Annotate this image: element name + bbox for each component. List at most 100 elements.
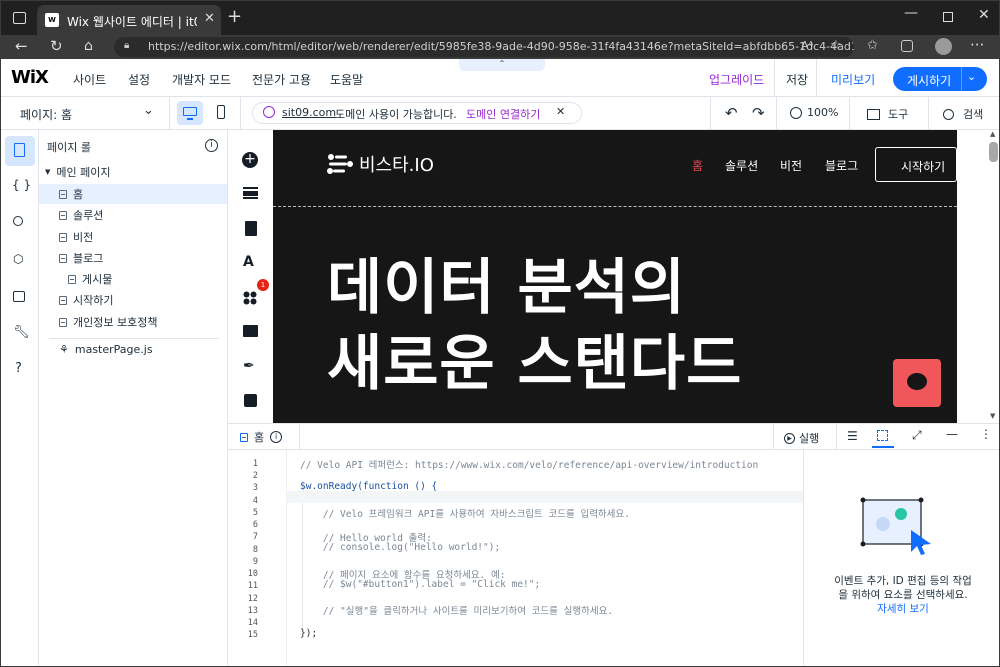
minimize-panel-icon[interactable]: — xyxy=(946,427,958,441)
scroll-down-icon[interactable]: ▼ xyxy=(990,412,995,420)
select-element-icon xyxy=(877,430,888,441)
pen-icon[interactable]: ✒︎ xyxy=(243,358,255,374)
connect-domain-link[interactable]: 도메인 연결하기 xyxy=(466,106,540,122)
tools-button[interactable]: 도구 xyxy=(867,106,908,122)
more-options-icon[interactable]: ⋮ xyxy=(980,427,992,441)
chat-button[interactable] xyxy=(893,359,941,407)
home-icon[interactable]: ⌂ xyxy=(84,38,93,54)
back-icon[interactable]: ← xyxy=(15,37,28,55)
mobile-view-icon[interactable] xyxy=(217,105,225,119)
upgrade-button[interactable]: 업그레이드 xyxy=(709,71,764,88)
page-icon xyxy=(59,317,67,327)
apps-icon[interactable] xyxy=(243,291,257,305)
info-icon[interactable]: i xyxy=(205,139,218,152)
properties-icon[interactable]: ☰ xyxy=(847,429,858,443)
chevron-down-icon[interactable]: ⌄ xyxy=(967,70,976,83)
preview-button[interactable]: 미리보기 xyxy=(831,71,875,88)
search-button[interactable]: 검색 xyxy=(943,106,983,122)
pages-rail-button[interactable] xyxy=(5,136,35,166)
tools-label: 도구 xyxy=(888,108,909,121)
page-item-label: 시작하기 xyxy=(73,294,114,307)
help-icon[interactable]: ? xyxy=(15,361,22,376)
pages-menu-icon[interactable] xyxy=(245,221,257,236)
desktop-view-button[interactable] xyxy=(177,101,203,125)
page-selector[interactable]: 페이지: 홈 ⌄ xyxy=(20,103,160,123)
page-item-vision[interactable]: 비전 xyxy=(59,227,93,247)
menu-dev-mode[interactable]: 개발자 모드 xyxy=(172,71,231,88)
line-number: 3 xyxy=(252,483,258,493)
site-logo[interactable]: 비스타.IO xyxy=(327,151,434,177)
site-nav-blog[interactable]: 블로그 xyxy=(825,157,858,174)
new-tab-icon[interactable]: + xyxy=(227,6,242,27)
page-item-solution[interactable]: 솔루션 xyxy=(59,205,103,225)
zoom-control[interactable]: 100% xyxy=(790,106,838,119)
collapse-toolbar-handle[interactable]: ⌃ xyxy=(459,59,545,71)
add-element-icon[interactable]: + xyxy=(242,152,258,168)
master-page-file[interactable]: ⚘ masterPage.js xyxy=(59,339,153,359)
page-item-home[interactable]: 홈 xyxy=(39,184,227,204)
site-cta-button[interactable]: 시작하기 xyxy=(875,147,957,182)
favorite-add-icon[interactable]: ☆ xyxy=(830,38,842,53)
scroll-thumb[interactable] xyxy=(989,142,998,162)
publish-label: 게시하기 xyxy=(907,74,952,88)
line-number: 10 xyxy=(247,569,258,579)
more-icon[interactable]: ··· xyxy=(970,36,984,54)
domain-name[interactable]: sit09.com xyxy=(282,106,336,119)
close-window-icon[interactable]: ✕ xyxy=(978,7,990,23)
theme-icon[interactable]: A xyxy=(243,254,254,270)
wrench-icon[interactable]: 🔧︎ xyxy=(13,325,30,340)
code-braces-icon[interactable]: { } xyxy=(12,178,31,192)
page-item-start[interactable]: 시작하기 xyxy=(59,290,113,310)
code-side-panel: 이벤트 추가, ID 편집 등의 작업 을 위하여 요소를 선택하세요. 자세히… xyxy=(803,450,999,666)
inspector-button[interactable] xyxy=(872,428,894,448)
page-icon xyxy=(59,253,67,263)
page-item-blog[interactable]: 블로그 xyxy=(59,248,103,268)
redo-icon[interactable]: ↷ xyxy=(752,104,765,122)
menu-hire-expert[interactable]: 전문가 고용 xyxy=(252,71,311,88)
undo-icon[interactable]: ↶ xyxy=(725,104,738,122)
site-canvas[interactable]: 비스타.IO 홈 솔루션 비전 블로그 시작하기 데이터 분석의 새로운 스탠다… xyxy=(273,130,957,423)
maximize-icon[interactable] xyxy=(943,12,953,22)
reload-icon[interactable]: ↻ xyxy=(50,37,63,55)
learn-more-link[interactable]: 자세히 보기 xyxy=(804,602,999,616)
code-tab-home[interactable]: 홈 i xyxy=(228,424,300,450)
code-editor[interactable]: 1 2 3 4 5 6 7 8 9 10 11 12 13 14 15 // V… xyxy=(228,450,803,666)
expand-icon[interactable]: ⤢ xyxy=(912,428,922,443)
favorites-icon[interactable]: ✩ xyxy=(867,38,878,53)
publish-divider xyxy=(961,67,962,91)
close-icon[interactable]: ✕ xyxy=(556,105,565,118)
site-nav-solution[interactable]: 솔루션 xyxy=(725,157,758,174)
packages-icon[interactable]: ⬡ xyxy=(13,252,23,266)
run-button[interactable]: ▶ 실행 xyxy=(784,430,819,446)
media-icon[interactable] xyxy=(243,325,258,337)
scroll-up-icon[interactable]: ▲ xyxy=(990,130,995,138)
collections-icon[interactable] xyxy=(901,40,913,52)
add-section-icon[interactable] xyxy=(243,187,258,199)
browser-tab[interactable]: W Wix 웹사이트 에디터 | it09 ✕ xyxy=(37,5,221,35)
tab-actions-icon[interactable] xyxy=(13,12,26,24)
notification-badge: 1 xyxy=(257,279,269,291)
profile-avatar[interactable] xyxy=(935,38,952,55)
calendar-icon[interactable] xyxy=(244,394,257,407)
info-icon[interactable]: i xyxy=(270,431,283,443)
publish-button[interactable]: 게시하기 ⌄ xyxy=(893,67,987,91)
menu-help[interactable]: 도움말 xyxy=(330,71,363,88)
divider xyxy=(836,424,837,450)
save-button[interactable]: 저장 xyxy=(786,71,808,88)
site-nav-home[interactable]: 홈 xyxy=(692,157,703,174)
page-item-privacy[interactable]: 개인정보 보호정책 xyxy=(59,312,157,332)
search-icon[interactable] xyxy=(13,216,23,226)
page-group-main[interactable]: ▼ 메인 페이지 xyxy=(45,162,111,182)
canvas-scrollbar[interactable]: ▲ ▼ xyxy=(957,130,999,423)
read-aloud-icon[interactable]: Aᴬ xyxy=(801,39,813,52)
menu-site[interactable]: 사이트 xyxy=(73,71,106,88)
wix-logo[interactable]: WiX xyxy=(11,67,49,88)
database-icon[interactable] xyxy=(13,291,25,302)
site-nav-vision[interactable]: 비전 xyxy=(780,157,802,174)
minimize-icon[interactable]: — xyxy=(904,5,918,21)
code-line: // console.log("Hello world!"); xyxy=(300,542,501,553)
page-item-post[interactable]: 게시물 xyxy=(68,269,112,289)
url-field[interactable]: 🔒︎ https://editor.wix.com/html/editor/we… xyxy=(114,37,854,57)
menu-settings[interactable]: 설정 xyxy=(128,71,150,88)
tab-close-icon[interactable]: ✕ xyxy=(204,11,215,26)
